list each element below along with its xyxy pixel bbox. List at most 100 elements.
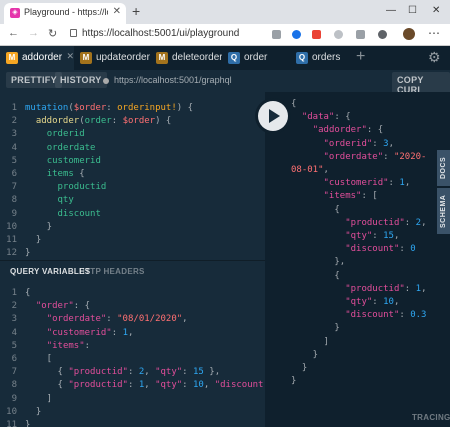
code-token: }, xyxy=(291,257,346,268)
forward-arrow-icon[interactable]: → xyxy=(28,27,39,39)
line-number: 8 xyxy=(11,380,17,391)
history-button[interactable]: HISTORY xyxy=(55,72,107,88)
code-line: { xyxy=(291,99,296,112)
code-token: "productid" xyxy=(345,217,405,228)
code-line: "customerid": 1, xyxy=(291,178,411,191)
code-line: 4 "customerid": 1, xyxy=(4,327,134,341)
line-number: 6 xyxy=(11,169,17,179)
code-token: , xyxy=(127,327,134,338)
line-number: 1 xyxy=(11,288,17,298)
code-token: items xyxy=(46,169,74,179)
line-number: 5 xyxy=(11,340,17,351)
line-number: 2 xyxy=(11,116,17,127)
favorites-icon[interactable] xyxy=(356,30,365,39)
play-icon xyxy=(269,109,280,123)
browser-tab[interactable]: ◈ Playground - https://localhost:5 ✕ xyxy=(4,3,126,24)
code-token: : xyxy=(111,327,123,338)
extension-icon[interactable] xyxy=(334,30,343,39)
address-input[interactable]: https://localhost:5001/ui/playground xyxy=(82,28,239,39)
code-token: : xyxy=(399,244,411,255)
code-token: ] xyxy=(291,336,329,347)
variables-editor[interactable]: 1{2 "order": {3 "orderdate": "08/01/2020… xyxy=(0,280,307,427)
line-number: 12 xyxy=(6,248,17,259)
line-number: 9 xyxy=(11,393,17,404)
avatar[interactable] xyxy=(403,28,415,40)
tab-label: updateorder xyxy=(96,52,150,63)
code-token: } xyxy=(25,420,31,427)
tab-http-headers[interactable]: HTTP HEADERS xyxy=(79,267,145,276)
code-token: 10 xyxy=(383,297,394,307)
new-tab-button[interactable]: + xyxy=(132,4,140,18)
code-line: "items": [ xyxy=(291,191,378,204)
code-line: "qty": 10, xyxy=(291,297,399,310)
tab-deleteorder[interactable]: M deleteorder xyxy=(150,46,224,70)
extension-icon[interactable] xyxy=(292,30,301,39)
prettify-button[interactable]: PRETTIFY xyxy=(6,72,62,88)
line-number: 3 xyxy=(11,129,17,140)
line-number: 11 xyxy=(6,420,17,427)
code-token: } xyxy=(25,221,53,232)
tracing-button[interactable]: TRACING xyxy=(412,413,450,422)
extension-icon[interactable] xyxy=(272,30,281,39)
browser-tab-close-button[interactable]: ✕ xyxy=(113,6,121,17)
extension-icon[interactable] xyxy=(312,30,321,39)
tab-order[interactable]: Q order xyxy=(222,46,288,70)
execute-query-button[interactable] xyxy=(258,101,288,131)
code-line: "data": { xyxy=(291,112,351,125)
docs-tab[interactable]: DOCS xyxy=(437,150,450,186)
tab-orders[interactable]: Q orders xyxy=(290,46,350,70)
tab-close-icon[interactable]: ✕ xyxy=(66,51,74,62)
code-line: "discount": 0 xyxy=(291,244,415,257)
code-line: { xyxy=(291,271,339,284)
code-line: } xyxy=(291,350,318,363)
back-arrow-icon[interactable]: ← xyxy=(8,27,19,39)
code-token: ] xyxy=(25,393,53,404)
code-token: , xyxy=(144,367,156,378)
code-token: "orderdate" xyxy=(46,314,107,325)
code-line: } xyxy=(291,363,307,376)
query-editor[interactable]: 1 mutation($order: orderinput!) {2 addord… xyxy=(0,92,265,260)
code-token: "items" xyxy=(323,191,362,202)
code-line: 11} xyxy=(4,420,30,427)
code-line: 08-01", xyxy=(291,165,329,178)
line-number: 1 xyxy=(11,103,17,113)
code-token: : xyxy=(404,217,416,228)
tab-addorder[interactable]: M addorder ✕ xyxy=(0,46,80,70)
code-token: : xyxy=(84,340,91,351)
more-menu-icon[interactable]: ⋯ xyxy=(428,26,440,40)
refresh-icon[interactable]: ↻ xyxy=(48,27,57,40)
code-token: : xyxy=(404,283,416,294)
collections-icon[interactable] xyxy=(378,30,387,39)
code-line: } xyxy=(291,376,296,389)
code-token: "orderid" xyxy=(323,138,373,149)
schema-label: SCHEMA xyxy=(440,194,447,228)
schema-tab[interactable]: SCHEMA xyxy=(437,188,450,234)
maximize-button[interactable]: ☐ xyxy=(408,5,417,16)
code-token: "customerid" xyxy=(323,178,389,189)
code-line: "qty": 15, xyxy=(291,231,399,244)
code-token: , xyxy=(404,178,411,189)
add-tab-button[interactable]: + xyxy=(356,49,365,65)
minimize-button[interactable]: — xyxy=(386,5,396,16)
code-line: 11 } xyxy=(4,235,41,248)
gear-icon[interactable]: ⚙ xyxy=(428,49,441,66)
line-number: 7 xyxy=(11,367,17,378)
code-token: } xyxy=(291,349,319,360)
code-line: 10 } xyxy=(4,407,41,420)
endpoint-input[interactable]: https://localhost:5001/graphql xyxy=(114,75,232,85)
tab-updateorder[interactable]: M updateorder xyxy=(74,46,150,70)
code-token: : xyxy=(388,178,400,189)
code-line: 5 "items": xyxy=(4,341,90,354)
code-line: 2 "order": { xyxy=(4,301,90,314)
code-line: ] xyxy=(291,337,329,350)
tab-label: orders xyxy=(312,52,341,63)
close-window-button[interactable]: ✕ xyxy=(432,5,440,16)
